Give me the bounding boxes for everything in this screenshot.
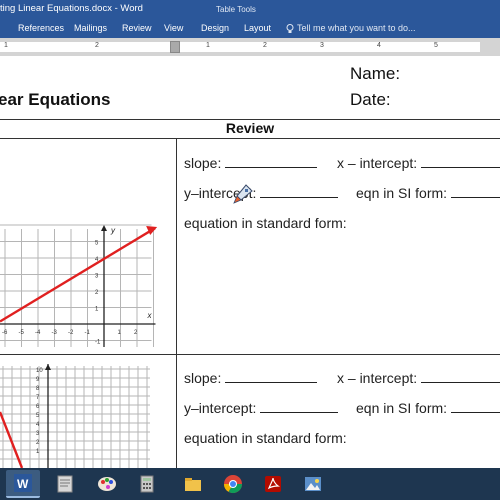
ruler-number: 2 bbox=[263, 42, 267, 49]
word-icon[interactable]: W bbox=[6, 470, 40, 498]
x-intercept-label: x – intercept: bbox=[337, 155, 418, 171]
x-tick-label: -2 bbox=[68, 330, 74, 336]
slope-label: slope: bbox=[184, 155, 222, 171]
x-intercept-field: x – intercept: bbox=[337, 155, 500, 171]
si-form-blank[interactable] bbox=[450, 401, 500, 413]
si-form-field-2: eqn in SI form: bbox=[356, 400, 500, 416]
y-axis-arrow bbox=[45, 364, 51, 370]
coordinate-graph-1: yx-6-5-4-3-2-11254321-1-2 bbox=[0, 224, 158, 347]
document-title: ear Equations bbox=[0, 90, 111, 109]
x-tick-label: -5 bbox=[19, 330, 25, 336]
date-label: Date: bbox=[350, 90, 391, 109]
table-border bbox=[0, 138, 500, 139]
coordinate-graph-2: 10987654321 bbox=[0, 364, 150, 468]
x-intercept-label: x – intercept: bbox=[337, 370, 418, 386]
ruler-track bbox=[0, 42, 480, 52]
ruler-number: 5 bbox=[434, 42, 438, 49]
x-tick-label: -3 bbox=[52, 330, 58, 336]
ruler-number: 1 bbox=[4, 42, 8, 49]
slope-label: slope: bbox=[184, 370, 222, 386]
ruler-number: 2 bbox=[95, 42, 99, 49]
table-row-divider bbox=[0, 354, 500, 355]
y-tick-label: 10 bbox=[36, 368, 43, 374]
tab-layout[interactable]: Layout bbox=[244, 23, 271, 33]
tab-design[interactable]: Design bbox=[201, 23, 229, 33]
slope-field: slope: bbox=[184, 155, 318, 171]
tell-me-box[interactable]: Tell me what you want to do... bbox=[286, 23, 416, 34]
ribbon-tabs: References Mailings Review View Design L… bbox=[0, 20, 500, 38]
y-tick-label: -1 bbox=[95, 340, 101, 346]
ruler-number: 1 bbox=[206, 42, 210, 49]
table-column-divider bbox=[176, 138, 177, 468]
slope-field-2: slope: bbox=[184, 370, 318, 386]
tab-mailings[interactable]: Mailings bbox=[74, 23, 107, 33]
paint-icon[interactable] bbox=[90, 470, 124, 498]
si-form-blank[interactable] bbox=[450, 186, 500, 198]
ruler-number: 3 bbox=[320, 42, 324, 49]
ruler-number: 4 bbox=[377, 42, 381, 49]
x-tick-label: -6 bbox=[2, 330, 8, 336]
lightbulb-icon bbox=[286, 23, 294, 33]
y-intercept-blank[interactable] bbox=[260, 186, 339, 198]
mouse-cursor-icon bbox=[233, 184, 253, 204]
svg-text:W: W bbox=[17, 477, 29, 491]
x-tick-label: -1 bbox=[85, 330, 91, 336]
si-form-label: eqn in SI form: bbox=[356, 185, 448, 201]
standard-form-label: equation in standard form: bbox=[184, 430, 347, 446]
section-heading: Review bbox=[225, 120, 275, 136]
standard-form-field: equation in standard form: bbox=[184, 215, 347, 231]
y-axis-arrow bbox=[101, 225, 107, 231]
standard-form-field-2: equation in standard form: bbox=[184, 430, 347, 446]
tab-view[interactable]: View bbox=[164, 23, 183, 33]
x-tick-label: -4 bbox=[35, 330, 41, 336]
table-tools-label: Table Tools bbox=[216, 5, 256, 14]
tell-me-text: Tell me what you want to do... bbox=[297, 23, 416, 33]
title-bar: ting Linear Equations.docx - Word Table … bbox=[0, 0, 500, 20]
name-label: Name: bbox=[350, 64, 401, 83]
x-intercept-blank[interactable] bbox=[421, 371, 500, 383]
tab-review[interactable]: Review bbox=[122, 23, 152, 33]
column-marker[interactable] bbox=[170, 41, 180, 53]
document-page[interactable]: ear Equations Name: Date: Review y x -6 -5 -… bbox=[0, 56, 500, 468]
si-form-field: eqn in SI form: bbox=[356, 185, 500, 201]
photos-icon[interactable] bbox=[296, 470, 330, 498]
y-intercept-blank[interactable] bbox=[260, 401, 339, 413]
horizontal-ruler[interactable]: 1 2 1 2 3 4 5 bbox=[0, 38, 500, 57]
y-axis-label: y bbox=[110, 226, 116, 235]
x-axis-label: x bbox=[147, 311, 153, 320]
x-intercept-blank[interactable] bbox=[421, 156, 500, 168]
si-form-label: eqn in SI form: bbox=[356, 400, 448, 416]
chrome-icon[interactable] bbox=[216, 470, 250, 498]
standard-form-label: equation in standard form: bbox=[184, 215, 347, 231]
explorer-icon[interactable] bbox=[176, 470, 210, 498]
acrobat-icon[interactable] bbox=[256, 470, 290, 498]
slope-blank[interactable] bbox=[225, 371, 318, 383]
calculator-icon[interactable] bbox=[130, 470, 164, 498]
x-intercept-field-2: x – intercept: bbox=[337, 370, 500, 386]
slope-blank[interactable] bbox=[225, 156, 318, 168]
window-title: ting Linear Equations.docx - Word bbox=[0, 3, 143, 14]
y-intercept-field-2: y–intercept: bbox=[184, 400, 339, 416]
tab-references[interactable]: References bbox=[18, 23, 64, 33]
y-intercept-label: y–intercept: bbox=[184, 400, 257, 416]
windows-taskbar: W bbox=[0, 468, 500, 500]
y-intercept-field: y–intercept: bbox=[184, 185, 339, 201]
notepad-icon[interactable] bbox=[48, 470, 82, 498]
